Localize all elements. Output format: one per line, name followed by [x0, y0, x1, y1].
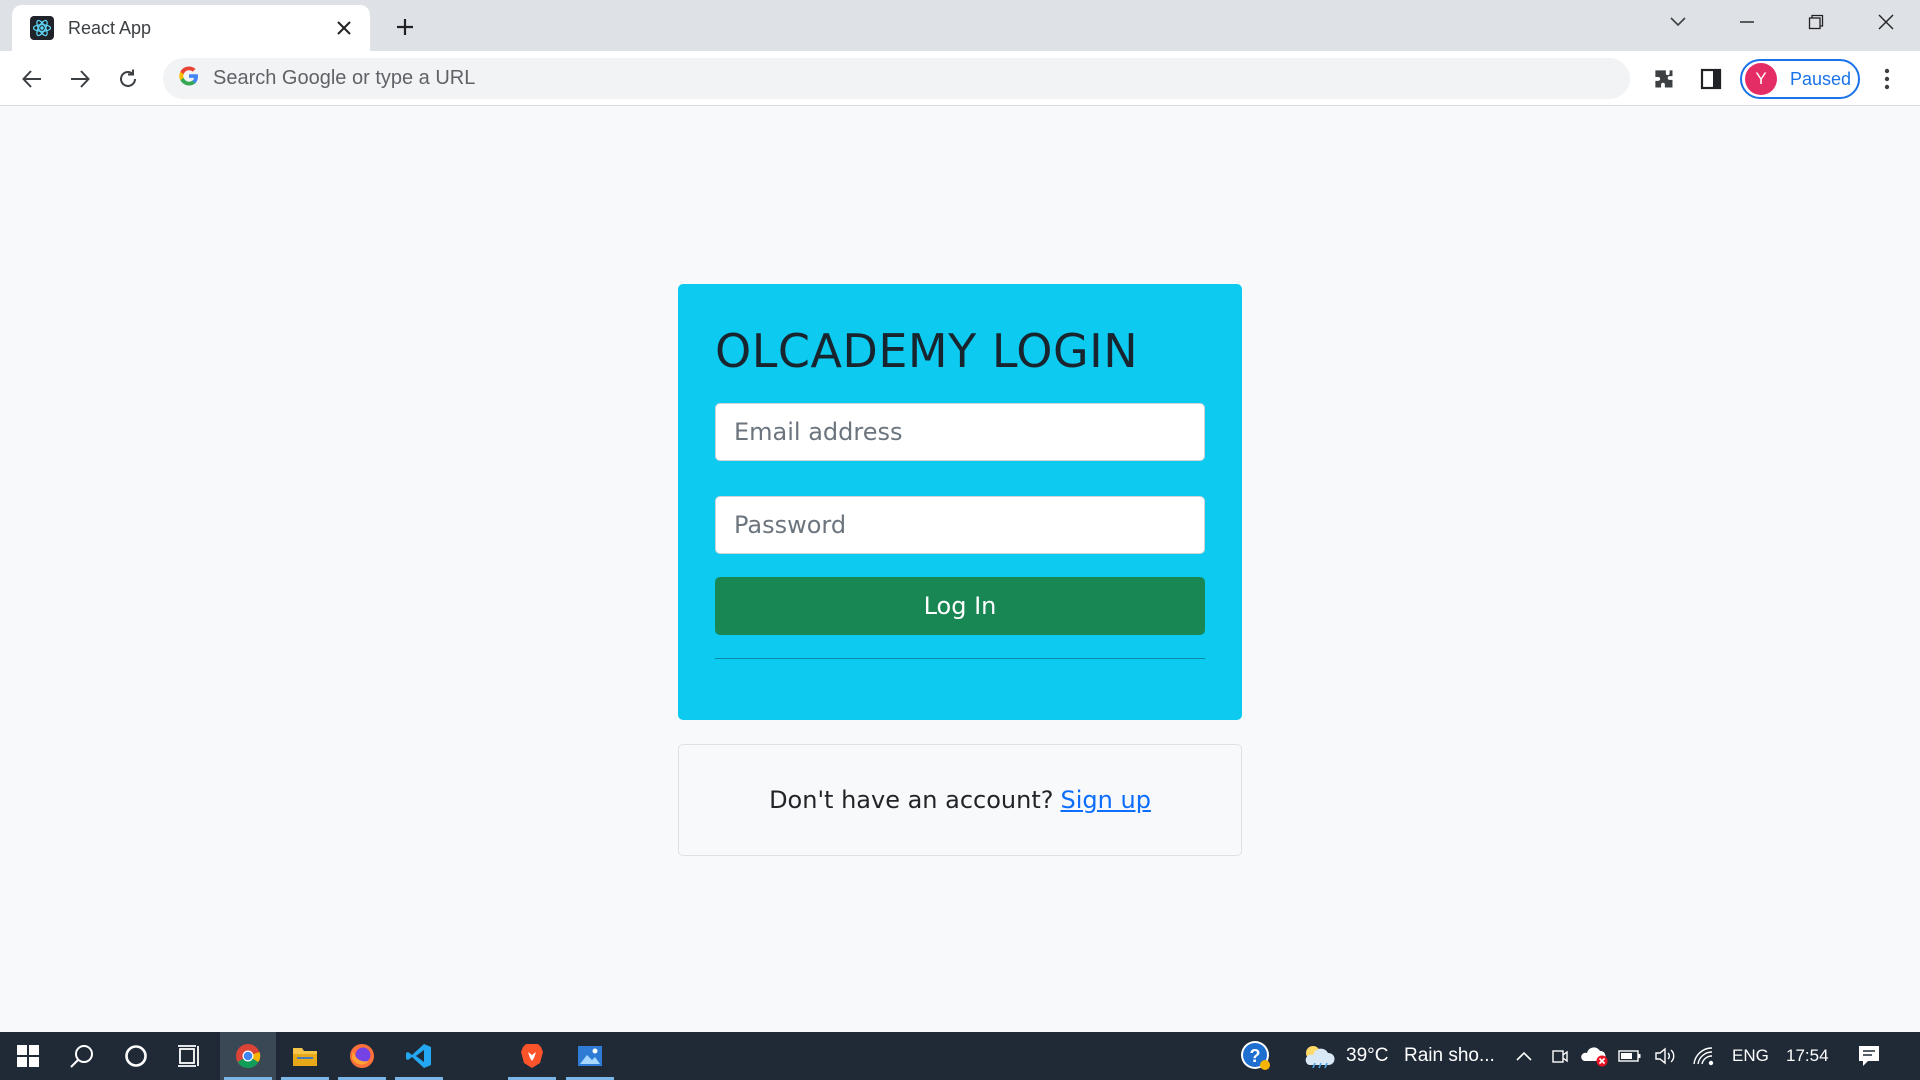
login-button[interactable]: Log In: [715, 577, 1205, 635]
minimize-icon[interactable]: [1727, 6, 1767, 38]
windows-start-icon[interactable]: [0, 1032, 56, 1080]
weather-icon[interactable]: [1296, 1032, 1340, 1080]
google-icon: [179, 66, 199, 92]
taskbar: ? 39°C Rain sho... ENG 17:54: [0, 1032, 1920, 1080]
more-options-icon[interactable]: [1872, 62, 1902, 96]
file-explorer-icon[interactable]: [277, 1032, 333, 1080]
browser-toolbar: Y Paused: [0, 51, 1920, 106]
chevron-up-icon[interactable]: [1508, 1032, 1540, 1080]
wifi-icon[interactable]: [1688, 1032, 1720, 1080]
tab-search-icon[interactable]: [1658, 6, 1698, 38]
onedrive-error-icon[interactable]: [1578, 1032, 1612, 1080]
volume-icon[interactable]: [1650, 1032, 1682, 1080]
weather-temperature[interactable]: 39°C: [1346, 1032, 1388, 1080]
clock[interactable]: 17:54: [1786, 1032, 1829, 1080]
password-field[interactable]: [715, 496, 1205, 554]
cortana-icon[interactable]: [108, 1032, 164, 1080]
language-indicator[interactable]: ENG: [1732, 1032, 1769, 1080]
extensions-icon[interactable]: [1647, 62, 1681, 96]
email-field[interactable]: [715, 403, 1205, 461]
signup-prompt: Don't have an account?: [769, 786, 1054, 814]
help-icon[interactable]: ?: [1230, 1032, 1282, 1080]
close-window-icon[interactable]: [1866, 6, 1906, 38]
task-view-icon[interactable]: [162, 1032, 218, 1080]
notifications-icon[interactable]: [1846, 1032, 1892, 1080]
close-tab-icon[interactable]: [332, 16, 356, 40]
address-bar[interactable]: [163, 58, 1630, 99]
back-icon[interactable]: [14, 61, 50, 97]
url-input[interactable]: [213, 67, 1413, 90]
signup-link[interactable]: Sign up: [1061, 786, 1151, 814]
login-card: OLCADEMY LOGIN Log In: [678, 284, 1242, 720]
tab-strip: React App: [0, 0, 1920, 51]
restore-icon[interactable]: [1796, 6, 1836, 38]
firefox-icon[interactable]: [334, 1032, 390, 1080]
brave-icon[interactable]: [504, 1032, 560, 1080]
reload-icon[interactable]: [110, 61, 146, 97]
new-tab-button[interactable]: [390, 12, 420, 42]
svg-text:?: ?: [1250, 1046, 1261, 1066]
avatar: Y: [1745, 63, 1777, 95]
side-panel-icon[interactable]: [1694, 62, 1728, 96]
weather-condition[interactable]: Rain sho...: [1404, 1032, 1495, 1080]
login-title: OLCADEMY LOGIN: [715, 324, 1139, 378]
profile-button[interactable]: Y Paused: [1740, 59, 1860, 99]
meet-now-icon[interactable]: [1544, 1032, 1576, 1080]
photos-icon[interactable]: [562, 1032, 618, 1080]
browser-tab[interactable]: React App: [12, 5, 370, 51]
vscode-icon[interactable]: [391, 1032, 447, 1080]
profile-status: Paused: [1790, 68, 1852, 89]
divider: [715, 658, 1205, 659]
signup-card: Don't have an account? Sign up: [678, 744, 1242, 856]
tab-title: React App: [68, 17, 152, 38]
search-icon[interactable]: [54, 1032, 110, 1080]
battery-icon[interactable]: [1614, 1032, 1646, 1080]
forward-icon[interactable]: [62, 61, 98, 97]
react-icon: [30, 16, 54, 40]
chrome-taskbar-icon[interactable]: [220, 1032, 276, 1080]
